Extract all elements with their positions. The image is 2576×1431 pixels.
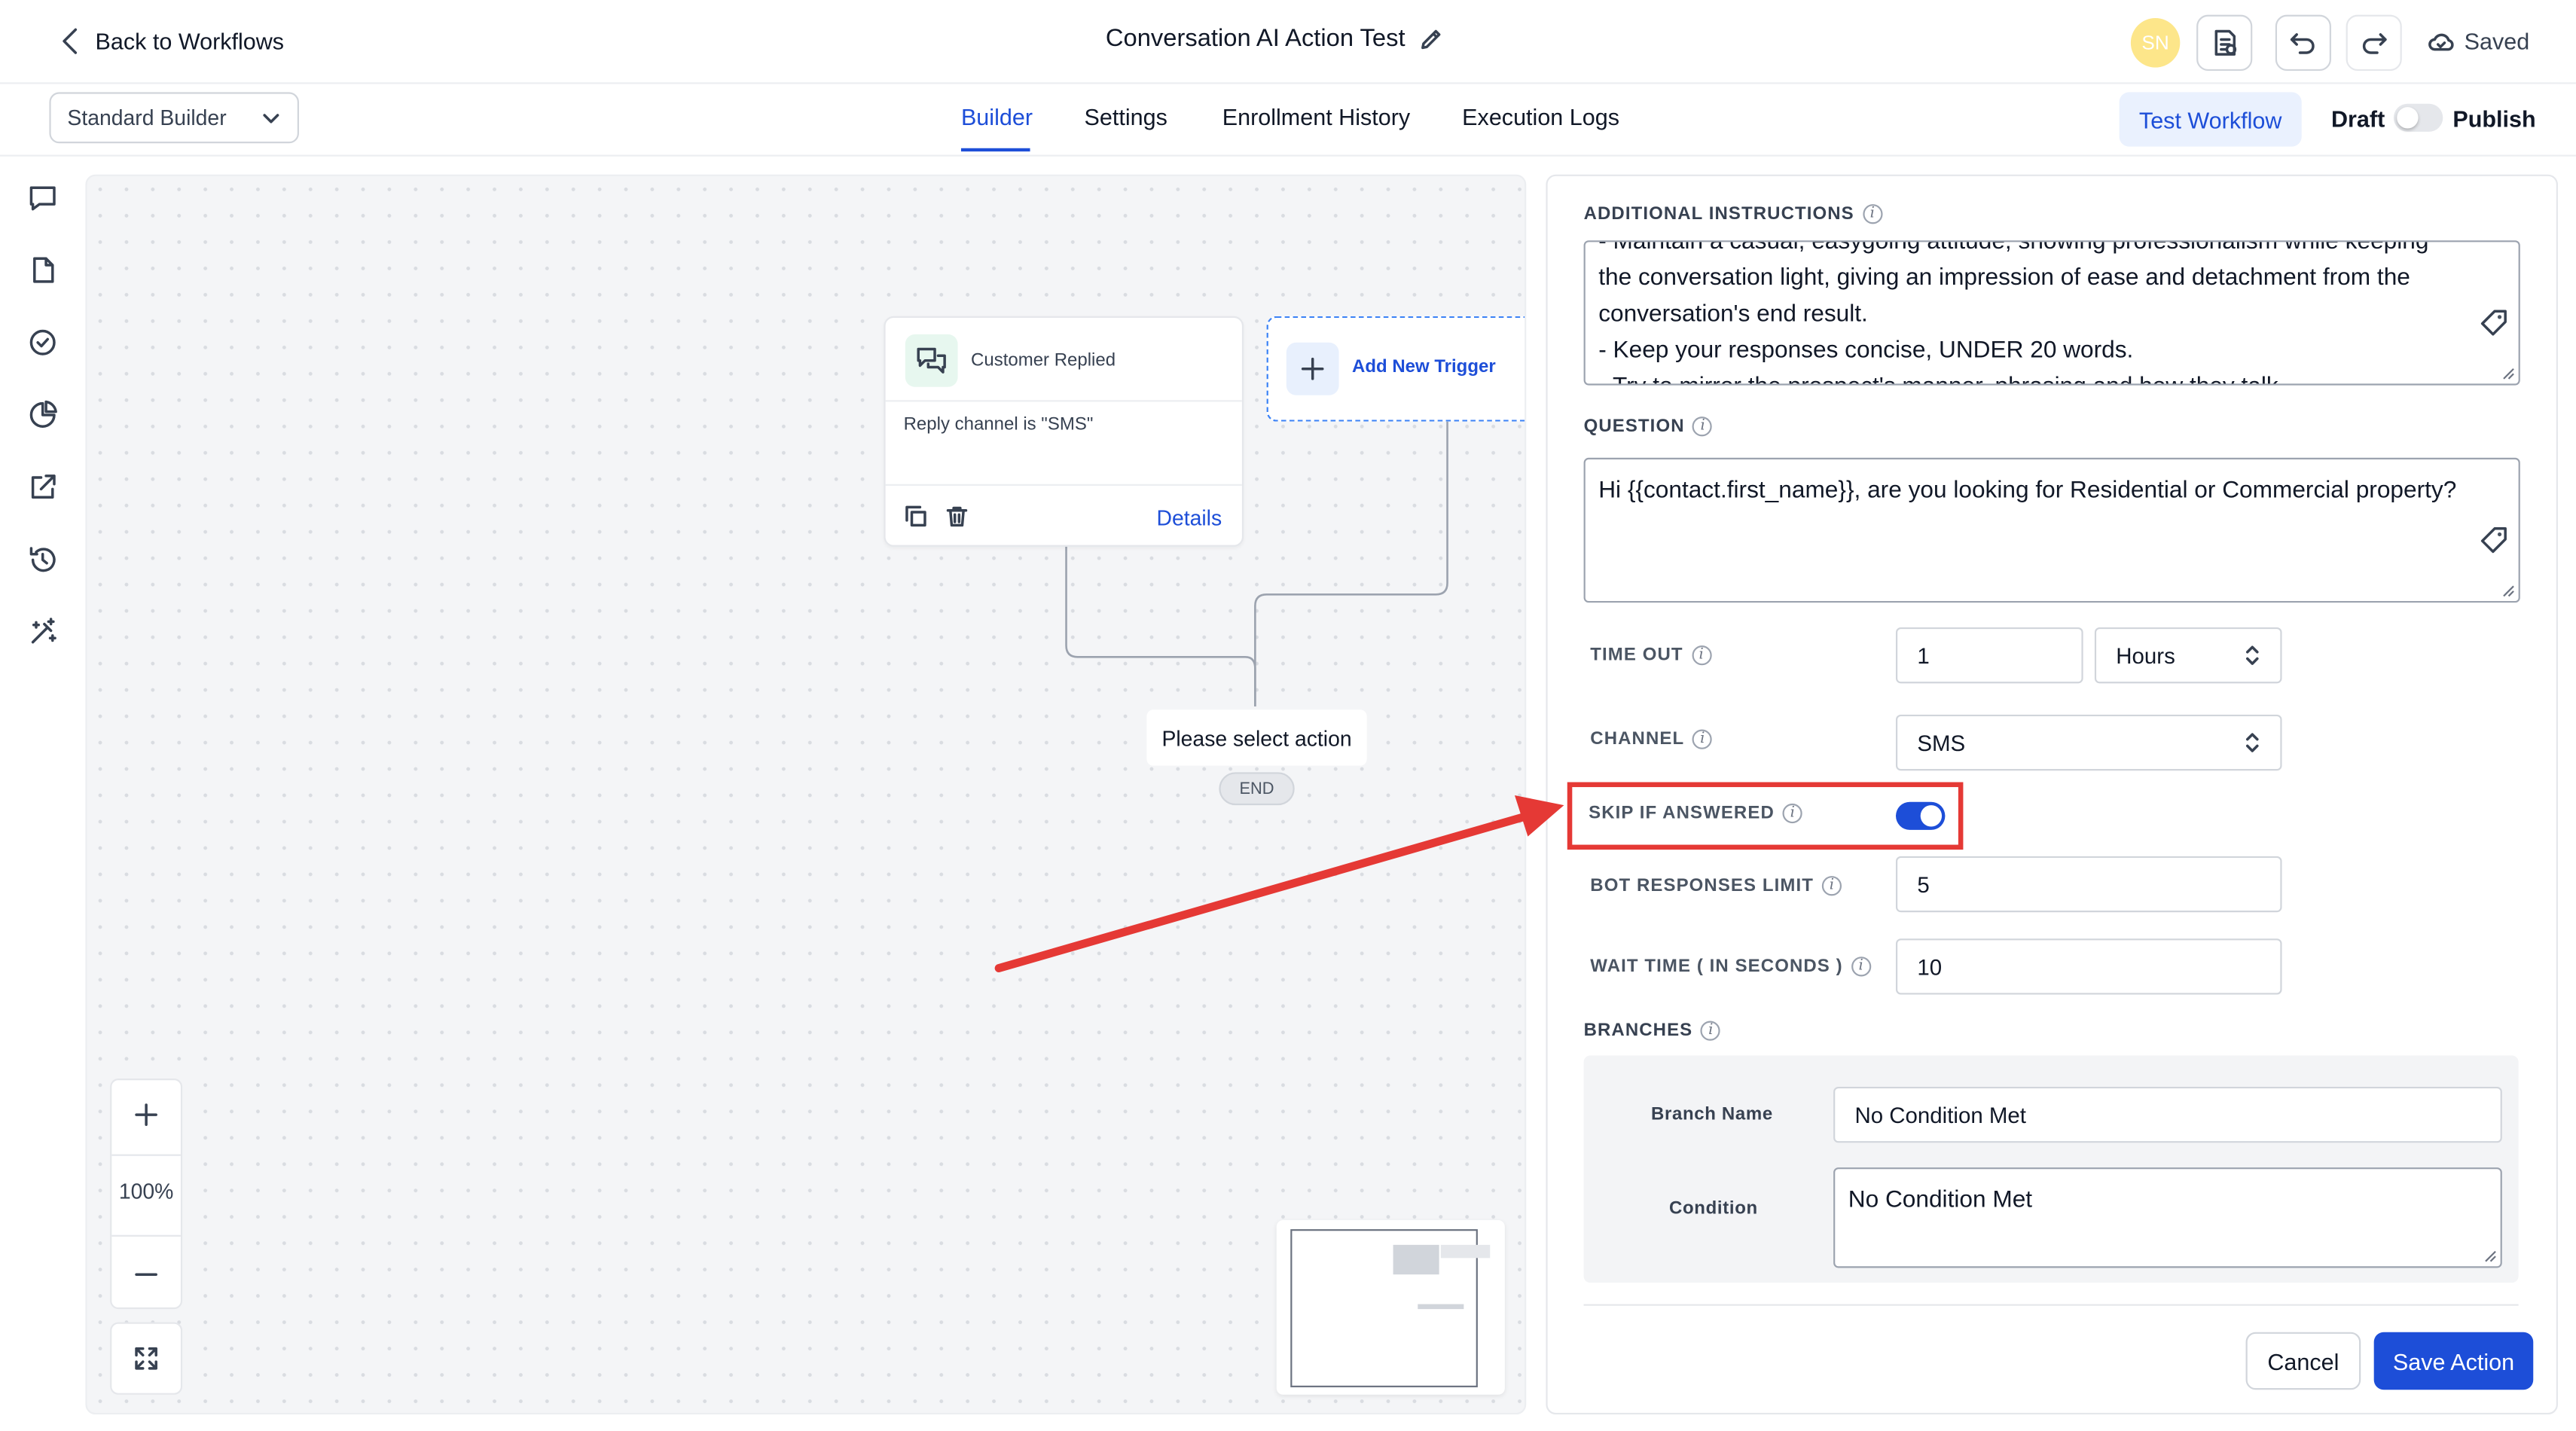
annotation-arrow (994, 795, 1564, 973)
